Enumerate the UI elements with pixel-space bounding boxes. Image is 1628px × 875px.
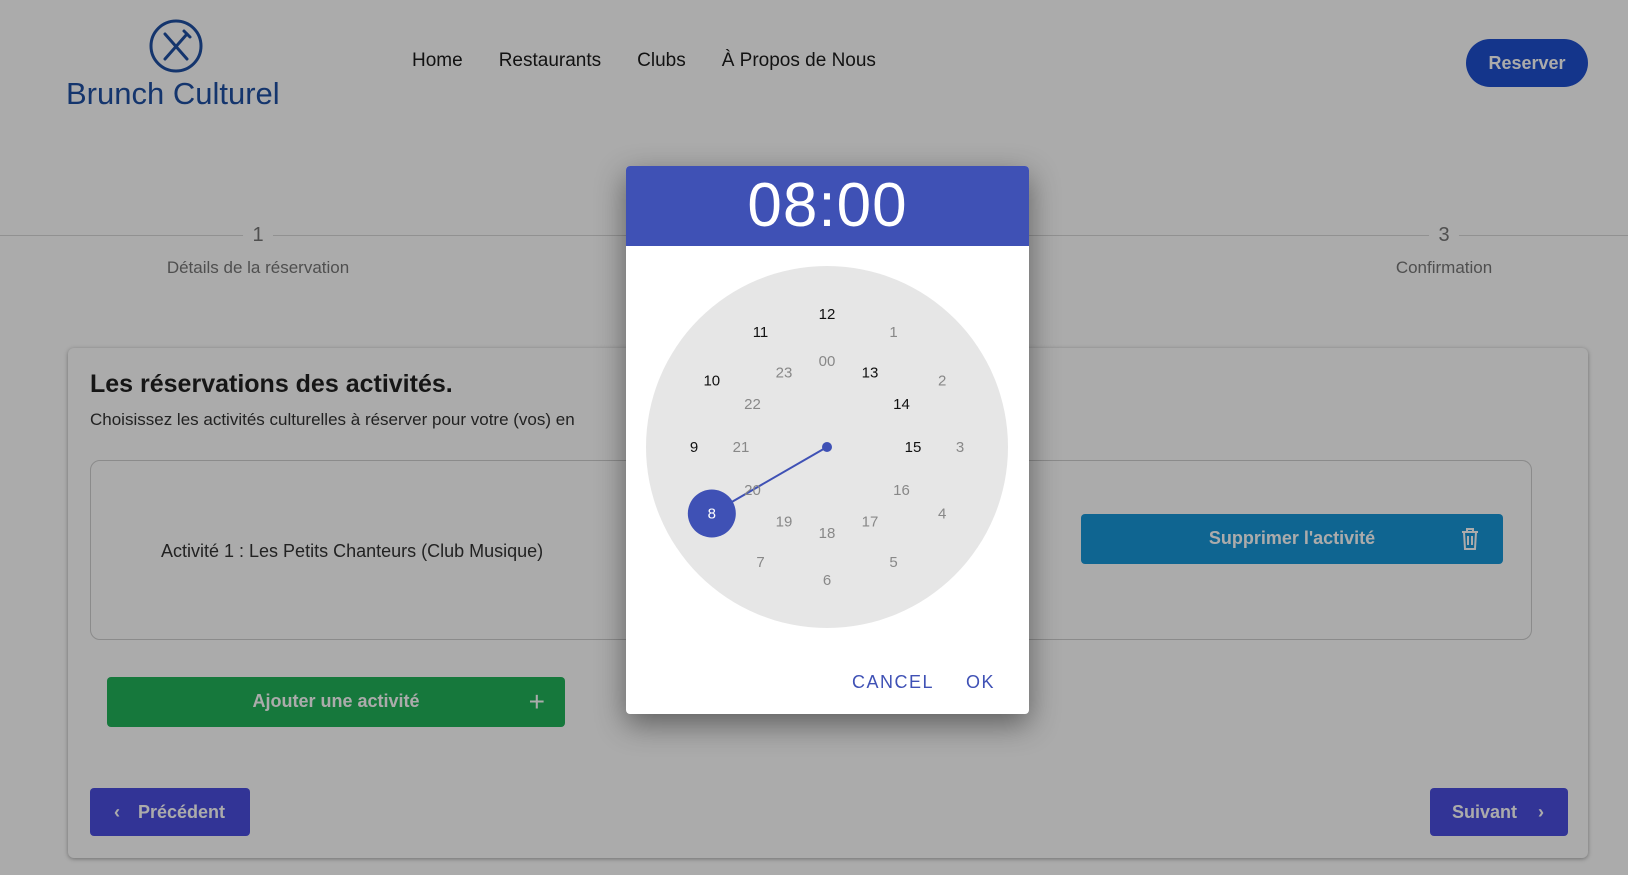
hour-5[interactable]: 5	[889, 554, 897, 571]
ok-button[interactable]: OK	[966, 672, 995, 693]
hour-13[interactable]: 13	[862, 365, 879, 382]
hour-18[interactable]: 18	[819, 525, 836, 542]
time-display[interactable]: 08:00	[626, 170, 1029, 241]
hour-3[interactable]: 3	[956, 439, 964, 456]
hour-19[interactable]: 19	[776, 513, 793, 530]
hour-14[interactable]: 14	[893, 396, 910, 413]
hour-15[interactable]: 15	[905, 439, 922, 456]
cancel-button[interactable]: CANCEL	[852, 672, 934, 693]
hour-21[interactable]: 21	[733, 439, 750, 456]
hour-00[interactable]: 00	[819, 353, 836, 370]
hour-16[interactable]: 16	[893, 482, 910, 499]
hour-10[interactable]: 10	[703, 373, 720, 390]
hour-6[interactable]: 6	[823, 572, 831, 589]
hour-11[interactable]: 11	[753, 324, 769, 341]
hour-9[interactable]: 9	[690, 439, 698, 456]
hour-17[interactable]: 17	[862, 513, 879, 530]
hour-8[interactable]: 8	[708, 506, 716, 523]
hour-4[interactable]: 4	[938, 506, 946, 523]
hour-20[interactable]: 20	[744, 482, 761, 499]
hour-7[interactable]: 7	[756, 554, 764, 571]
hour-2[interactable]: 2	[938, 373, 946, 390]
hour-12[interactable]: 12	[819, 306, 836, 323]
time-picker-header: 08:00	[626, 166, 1029, 246]
time-picker-dialog: 08:00 12 1 2 3 4 5 6 7 8 9 10 11 00 13 14 15 16 17 18 19 20 2…	[626, 166, 1029, 714]
clock-face[interactable]: 12 1 2 3 4 5 6 7 8 9 10 11 00 13 14 15 16 17 18 19 20 21 22 23	[646, 266, 1008, 628]
clock-dial[interactable]: 121234567891011001314151617181920212223	[646, 266, 1008, 628]
hour-1[interactable]: 1	[889, 324, 897, 341]
clock-center	[822, 442, 832, 452]
dialog-actions: CANCEL OK	[626, 672, 1029, 702]
hour-23[interactable]: 23	[776, 365, 793, 382]
hour-22[interactable]: 22	[744, 396, 761, 413]
